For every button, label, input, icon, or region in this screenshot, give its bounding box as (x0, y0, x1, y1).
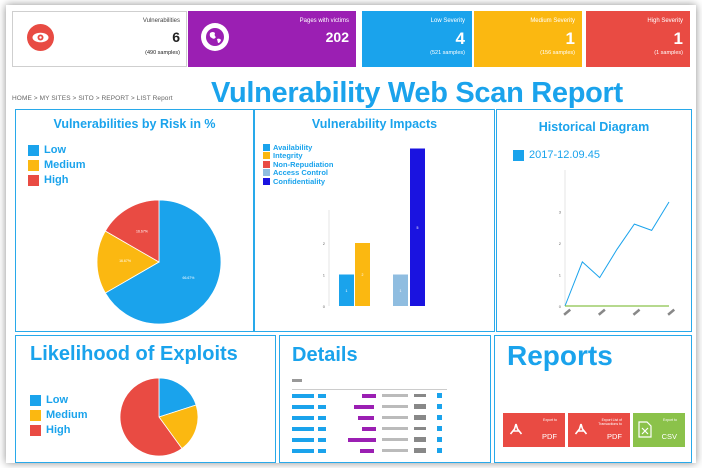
table-row[interactable] (292, 448, 447, 454)
dashboard: Vulnerabilities 6 (490 samples) Pages wi… (6, 5, 696, 463)
card-value: 6 (172, 29, 180, 45)
export-hint: Export List of Transactions to (598, 418, 622, 426)
risk-panel: Vulnerabilities by Risk in % Low Medium … (15, 109, 254, 332)
table-row[interactable] (292, 404, 447, 410)
table-caption (292, 379, 302, 382)
y-tick-label: 3 (559, 210, 562, 215)
card-sub: (521 samples) (430, 50, 465, 56)
pie-data-label: 16.67% (119, 259, 131, 263)
medium-severity-card[interactable]: Medium Severity 1 (156 samples) (474, 11, 582, 67)
card-label: High Severity (647, 18, 683, 24)
csv-file-icon (638, 421, 652, 438)
history-line-chart: 0 1 2 3 (559, 170, 676, 316)
card-label: Pages with victims (299, 18, 349, 24)
y-tick-label: 2 (323, 241, 326, 246)
vulnerabilities-card[interactable]: Vulnerabilities 6 (490 samples) (12, 11, 187, 67)
globe-icon (201, 23, 229, 51)
card-sub: (156 samples) (540, 50, 575, 56)
impacts-bar-chart: 0 1 2 1 2 1 5 (323, 148, 425, 309)
export-hint: Export to (662, 418, 677, 422)
bar-data-label: 5 (417, 226, 419, 230)
export-format: CSV (661, 432, 677, 441)
details-panel: Details (279, 335, 491, 463)
eye-icon (27, 24, 54, 51)
export-pdf-button[interactable]: Export to PDF (503, 413, 565, 447)
card-sub: (490 samples) (145, 50, 180, 56)
export-format: PDF (542, 432, 557, 441)
bar-data-label: 1 (400, 289, 402, 293)
card-value: 1 (673, 29, 683, 48)
likelihood-panel: Likelihood of Exploits Low Medium High (15, 335, 276, 463)
card-sub: (1 samples) (654, 50, 683, 56)
table-row[interactable] (292, 437, 447, 443)
x-tick-label (563, 308, 572, 316)
pie-data-label: 16.67% (136, 230, 148, 234)
table-row[interactable] (292, 415, 447, 421)
export-csv-button[interactable]: Export to CSV (633, 413, 685, 447)
card-value: 4 (455, 29, 465, 48)
pages-card[interactable]: Pages with victims 202 (188, 11, 356, 67)
pdf-icon (509, 423, 523, 435)
card-label: Vulnerabilities (142, 18, 180, 24)
table-body (292, 393, 447, 461)
x-tick-label (667, 308, 676, 316)
impacts-panel: Vulnerability Impacts Availability Integr… (254, 109, 495, 332)
low-severity-card[interactable]: Low Severity 4 (521 samples) (362, 11, 472, 67)
y-tick-label: 2 (559, 241, 562, 246)
y-tick-label: 1 (323, 273, 326, 278)
table-row[interactable] (292, 393, 447, 399)
bar-data-label: 1 (346, 289, 348, 293)
export-format: PDF (607, 432, 622, 441)
details-panel-title: Details (292, 344, 358, 366)
bar-data-label: 2 (362, 273, 364, 277)
y-tick-label: 0 (323, 304, 326, 309)
risk-pie-chart: 66.67% 16.67% 16.67% (96, 199, 222, 325)
pie-data-label: 66.67% (183, 276, 195, 280)
page-title: Vulnerability Web Scan Report (211, 77, 623, 109)
x-tick-label (632, 308, 641, 316)
table-row[interactable] (292, 426, 447, 432)
table-header (292, 385, 447, 390)
x-tick-label (597, 308, 606, 316)
reports-panel: Reports Export to PDF Export List of Tra… (494, 335, 692, 463)
y-tick-label: 0 (559, 304, 562, 309)
card-label: Medium Severity (530, 18, 575, 24)
export-hint: Export to (542, 418, 557, 422)
export-transactions-pdf-button[interactable]: Export List of Transactions to PDF (568, 413, 630, 447)
card-label: Low Severity (430, 18, 465, 24)
breadcrumb[interactable]: HOME > MY SITES > SITO > REPORT > LIST R… (12, 95, 173, 102)
series-line-0[interactable] (564, 201, 670, 307)
y-tick-label: 1 (559, 273, 562, 278)
card-value: 1 (565, 29, 575, 48)
high-severity-card[interactable]: High Severity 1 (1 samples) (586, 11, 690, 67)
likelihood-pie-chart (119, 377, 199, 457)
card-value: 202 (325, 29, 349, 45)
reports-panel-title: Reports (507, 340, 613, 371)
history-panel: Historical Diagram 2017-12.09.45 0123 (496, 109, 692, 332)
